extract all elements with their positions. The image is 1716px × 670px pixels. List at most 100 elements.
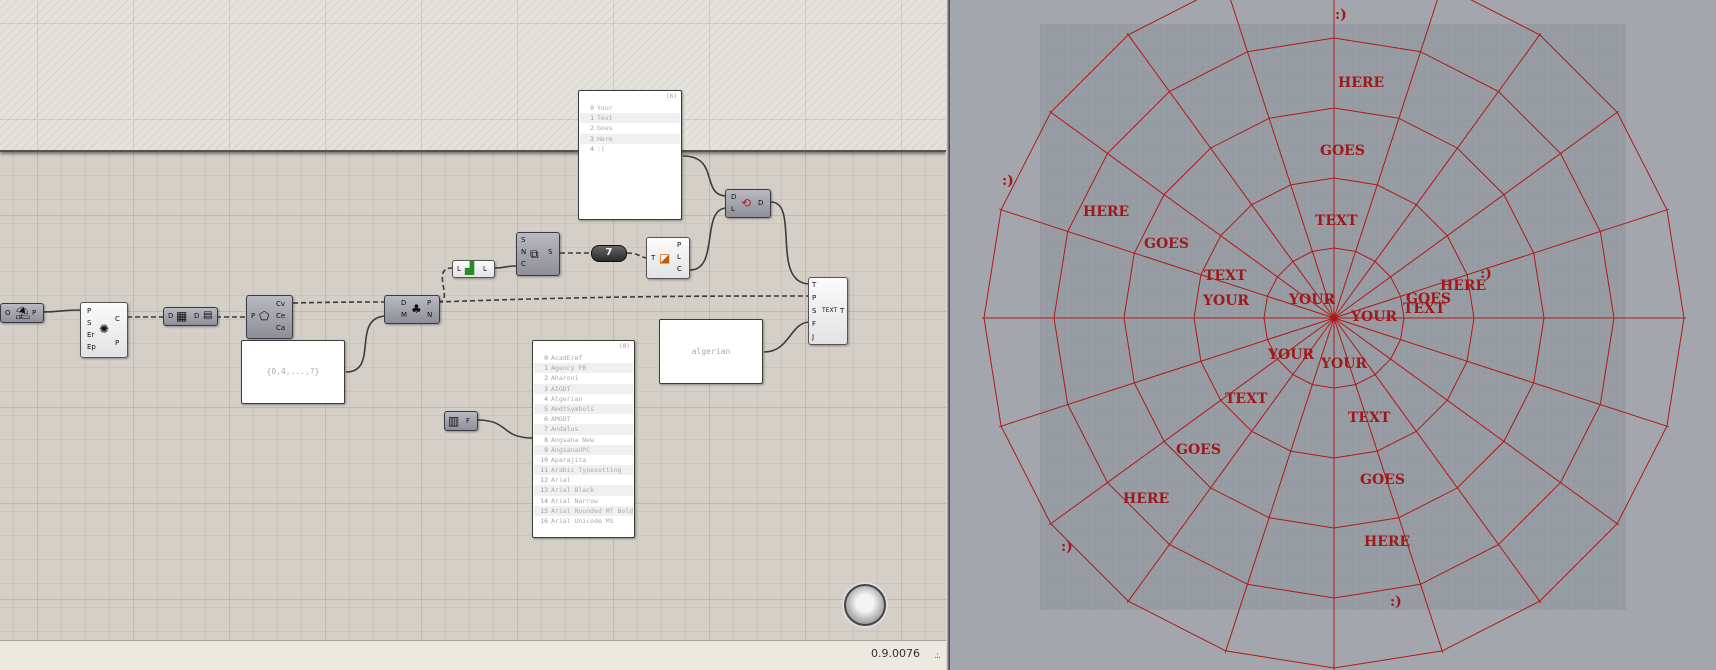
- row-text: AIGDT: [551, 384, 571, 393]
- panel-row: 14 Arial Narrow: [534, 496, 633, 506]
- font-panel[interactable]: algerian: [659, 319, 763, 384]
- row-index: 15: [540, 506, 548, 515]
- input-p: P: [812, 294, 817, 302]
- row-text: Arial Rounded MT Bold: [551, 506, 633, 515]
- number-slider[interactable]: 7: [591, 245, 627, 262]
- words-panel[interactable]: (6) 0 Your 1 Text 2 Goes 3 Here 4:): [578, 90, 682, 220]
- text-tag-label: :): [1390, 594, 1402, 610]
- divide-component[interactable]: D ▦ D ▤: [163, 307, 218, 326]
- row-text: AcadEref: [551, 354, 583, 362]
- input-er: Er: [87, 331, 95, 339]
- wire: [689, 207, 728, 271]
- panel-row: 4:): [580, 144, 680, 154]
- panel-row: 7 Andalus: [534, 424, 633, 435]
- row-index: 1: [544, 364, 548, 373]
- text-tag-label: YOUR: [1350, 309, 1397, 325]
- row-text: Your: [597, 104, 613, 112]
- text-tag-label: YOUR: [1202, 293, 1249, 309]
- output-ce: Ce: [276, 312, 286, 320]
- input-c: C: [521, 260, 526, 268]
- text-tag-label: HERE: [1123, 491, 1169, 507]
- panel-row: 15 Arial Rounded MT Bold: [534, 505, 633, 516]
- panel-row: 9 AngsanaUPC: [534, 444, 633, 455]
- row-index: 4: [590, 144, 594, 153]
- panel-rows: 0 Your 1 Text 2 Goes 3 Here 4:): [580, 103, 680, 154]
- output-cv: Cv: [276, 300, 286, 308]
- font-picker-component[interactable]: ▥ F: [444, 411, 478, 431]
- navigation-dial[interactable]: [844, 584, 886, 626]
- series-component[interactable]: S N ⧉ C S: [516, 232, 560, 276]
- row-text: Aharoni: [551, 374, 579, 383]
- panel-row: 16 Arial Unicode MS: [534, 516, 633, 526]
- polygon-component[interactable]: P S Er Ep ✺ C P: [80, 302, 128, 358]
- cone-icon: ⛱: [15, 306, 31, 320]
- panel-row: 8 Angsana New: [534, 435, 633, 445]
- tree-icon: ♣: [411, 302, 422, 316]
- output-s: S: [548, 248, 553, 256]
- panel-row: 0 Your: [580, 103, 680, 113]
- input-f: F: [812, 320, 817, 328]
- text-tag-label: HERE: [1338, 75, 1384, 91]
- wire-layer: [41, 155, 811, 439]
- text-tag-label: :): [1002, 173, 1014, 189]
- line-eval-component[interactable]: T ◪ P L C: [646, 237, 690, 279]
- params-component[interactable]: O ⛱ P: [0, 303, 44, 323]
- status-bar: 0.9.0076 .:.: [0, 640, 946, 670]
- sequence-panel[interactable]: {0,4,...,?}: [241, 340, 345, 404]
- input-ep: Ep: [87, 343, 96, 351]
- deconstruct-component[interactable]: D M ♣ P N: [384, 295, 440, 324]
- component-nickname: TEXT: [822, 307, 838, 314]
- row-index: 10: [540, 455, 548, 464]
- output-n: N: [427, 311, 433, 319]
- text-tag-label: YOUR: [1320, 356, 1367, 372]
- output-d: D: [194, 312, 200, 320]
- output-l: L: [483, 265, 487, 273]
- text-tag-label: TEXT: [1315, 213, 1358, 229]
- curve-params-component[interactable]: P ⬠ Cv Ce Ca: [246, 295, 293, 339]
- row-text: AmdtSymbols: [551, 404, 595, 413]
- grasshopper-canvas[interactable]: O ⛱ P P S Er Ep ✺ C P D ▦ D ▤ P ⬠ Cv Ce …: [0, 0, 946, 670]
- wire: [682, 155, 728, 197]
- row-index: 5: [544, 404, 548, 413]
- port-label: P: [32, 309, 37, 317]
- input-l: L: [731, 205, 735, 213]
- wire: [763, 321, 811, 353]
- panel-row: 3 Here: [580, 133, 680, 144]
- repeat-icon: ⟲: [741, 196, 752, 210]
- row-index: 0: [590, 104, 594, 112]
- resize-grip-icon[interactable]: .:.: [934, 651, 941, 661]
- row-index: 9: [544, 445, 548, 454]
- input-s: S: [521, 236, 526, 244]
- number-value: 7: [605, 247, 613, 258]
- row-text: Arial: [551, 476, 571, 485]
- input-j: J: [812, 333, 815, 341]
- row-index: 16: [540, 517, 548, 525]
- panel-row: 5 AmdtSymbols: [534, 403, 633, 415]
- port-label: O: [5, 309, 11, 317]
- list-icon: ▤: [203, 310, 213, 321]
- wire: [437, 267, 453, 303]
- repeat-component[interactable]: D L ⟲ D: [725, 189, 771, 218]
- wire: [437, 295, 811, 303]
- list-length-component[interactable]: L ▟ L: [452, 260, 495, 278]
- row-text: Arial Unicode MS: [551, 517, 614, 525]
- fonts-panel[interactable]: (0) 0 AcadEref 1 Agency FB 2 Aharoni 3 AIGDT 4 Al…: [532, 340, 635, 538]
- input-d: D: [731, 193, 737, 201]
- text-tag-component[interactable]: T P S F J TEXT T: [808, 277, 848, 345]
- polygon-icon: ✺: [99, 322, 110, 336]
- font-list-icon: ▥: [448, 414, 460, 428]
- wire: [476, 419, 534, 439]
- row-index: 2: [544, 374, 548, 383]
- panel-row: 6 AMGDT: [534, 414, 633, 424]
- panel-row: 0 AcadEref: [534, 353, 633, 363]
- panel-tag: (6): [666, 93, 677, 100]
- input-s: S: [87, 319, 92, 327]
- output-f: F: [466, 417, 471, 425]
- input-l: L: [457, 265, 461, 273]
- rhino-viewport[interactable]: YOUR YOUR YOUR YOUR YOUR TEXT TEXT TEXT TEXT TEXT…: [950, 0, 1716, 670]
- bar-graph-icon: ▟: [465, 261, 475, 275]
- text-tag-label: YOUR: [1288, 292, 1335, 308]
- wire: [494, 265, 517, 269]
- text-tag-label: HERE: [1364, 534, 1410, 550]
- output-ca: Ca: [276, 324, 286, 332]
